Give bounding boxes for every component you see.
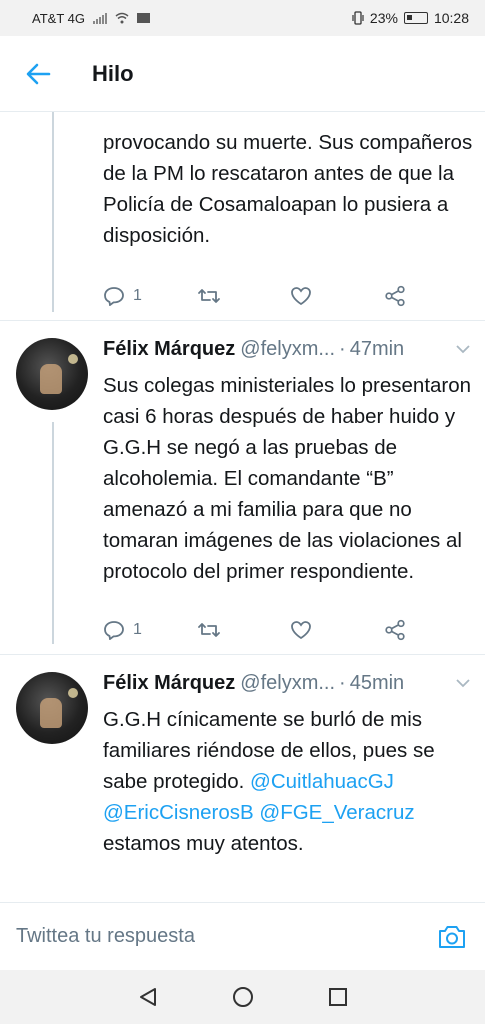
camera-button[interactable] xyxy=(435,920,469,954)
reply-icon xyxy=(104,287,124,306)
retweet-button[interactable] xyxy=(197,287,291,305)
reply-composer[interactable]: Twittea tu respuesta xyxy=(0,902,485,970)
tweet-header: Félix Márquez @felyxm... · 47min xyxy=(103,338,473,361)
heart-icon xyxy=(291,621,311,640)
share-button[interactable] xyxy=(384,285,423,307)
square-recents-icon xyxy=(328,988,347,1006)
tweet-menu-button[interactable] xyxy=(453,674,473,694)
carrier-label: AT&T 4G xyxy=(32,10,85,26)
author-handle[interactable]: @felyxm... xyxy=(240,672,335,695)
tweet-header: Félix Márquez @felyxm... · 45min xyxy=(103,672,473,695)
author-handle[interactable]: @felyxm... xyxy=(240,338,335,361)
share-icon xyxy=(384,285,405,307)
tweet-time[interactable]: 45min xyxy=(350,672,404,695)
reply-icon xyxy=(104,621,124,640)
mention-link[interactable]: @FGE_Veracruz xyxy=(259,801,414,824)
tweet-text: provocando su muerte. Sus compañeros de … xyxy=(103,112,473,251)
mention-link[interactable]: @CuitlahuacGJ xyxy=(250,770,394,793)
camera-icon xyxy=(439,925,465,948)
nav-home-button[interactable] xyxy=(228,982,258,1012)
circle-home-icon xyxy=(232,987,253,1007)
reply-button[interactable]: 1 xyxy=(103,620,197,640)
share-button[interactable] xyxy=(384,619,423,641)
app-header: Hilo xyxy=(0,36,485,112)
tweet-text: Sus colegas ministeriales lo presentaron… xyxy=(103,374,472,583)
system-nav-bar xyxy=(0,970,485,1024)
separator-dot: · xyxy=(339,338,346,360)
arrow-left-icon xyxy=(26,63,51,84)
heart-icon xyxy=(291,287,311,306)
clock: 10:28 xyxy=(433,10,469,26)
separator-dot: · xyxy=(339,672,346,694)
nav-back-button[interactable] xyxy=(133,982,163,1012)
vibrate-icon xyxy=(352,11,364,25)
reply-count: 1 xyxy=(133,287,142,304)
tweet[interactable]: Félix Márquez @felyxm... · 45min G.G.H c… xyxy=(0,672,485,902)
wifi-icon xyxy=(115,12,129,24)
tweet-time[interactable]: 47min xyxy=(350,338,404,361)
battery-percent: 23% xyxy=(369,10,398,26)
reply-button[interactable]: 1 xyxy=(103,286,197,306)
tweet-text: G.G.H cínicamente se burló de mis famili… xyxy=(103,704,475,859)
reply-input[interactable]: Twittea tu respuesta xyxy=(16,925,195,948)
thread-connector xyxy=(52,112,54,312)
status-bar: AT&T 4G 23% 10:28 xyxy=(0,0,485,36)
tweet-actions: 1 xyxy=(103,616,423,644)
like-button[interactable] xyxy=(290,286,384,306)
nav-recents-button[interactable] xyxy=(323,982,353,1012)
tweet-actions: 1 xyxy=(103,282,423,310)
battery-icon xyxy=(403,12,428,24)
tweet-divider xyxy=(0,654,485,655)
back-button[interactable] xyxy=(8,36,68,112)
thread-timeline[interactable]: provocando su muerte. Sus compañeros de … xyxy=(0,112,485,902)
share-icon xyxy=(384,619,405,641)
tweet[interactable]: Félix Márquez @felyxm... · 47min Sus col… xyxy=(0,338,485,644)
mail-icon xyxy=(136,13,150,23)
retweet-button[interactable] xyxy=(197,621,291,639)
like-button[interactable] xyxy=(290,620,384,640)
chevron-down-icon xyxy=(456,679,470,688)
tweet-divider xyxy=(0,320,485,321)
signal-icon xyxy=(92,12,107,24)
triangle-back-icon xyxy=(139,988,156,1006)
page-title: Hilo xyxy=(92,60,134,86)
author-name[interactable]: Félix Márquez xyxy=(103,672,235,695)
tweet-text-clipped xyxy=(103,112,473,127)
reply-count: 1 xyxy=(133,621,142,638)
author-name[interactable]: Félix Márquez xyxy=(103,338,235,361)
tweet-text-part: estamos muy atentos. xyxy=(103,832,304,855)
thread-connector xyxy=(52,422,54,644)
retweet-icon xyxy=(197,289,220,303)
avatar[interactable] xyxy=(16,338,88,410)
retweet-icon xyxy=(197,623,220,637)
avatar[interactable] xyxy=(16,672,88,744)
tweet-text-body: provocando su muerte. Sus compañeros de … xyxy=(103,131,473,247)
chevron-down-icon xyxy=(456,345,470,354)
tweet-menu-button[interactable] xyxy=(453,340,473,360)
mention-link[interactable]: @EricCisnerosB xyxy=(103,801,254,824)
